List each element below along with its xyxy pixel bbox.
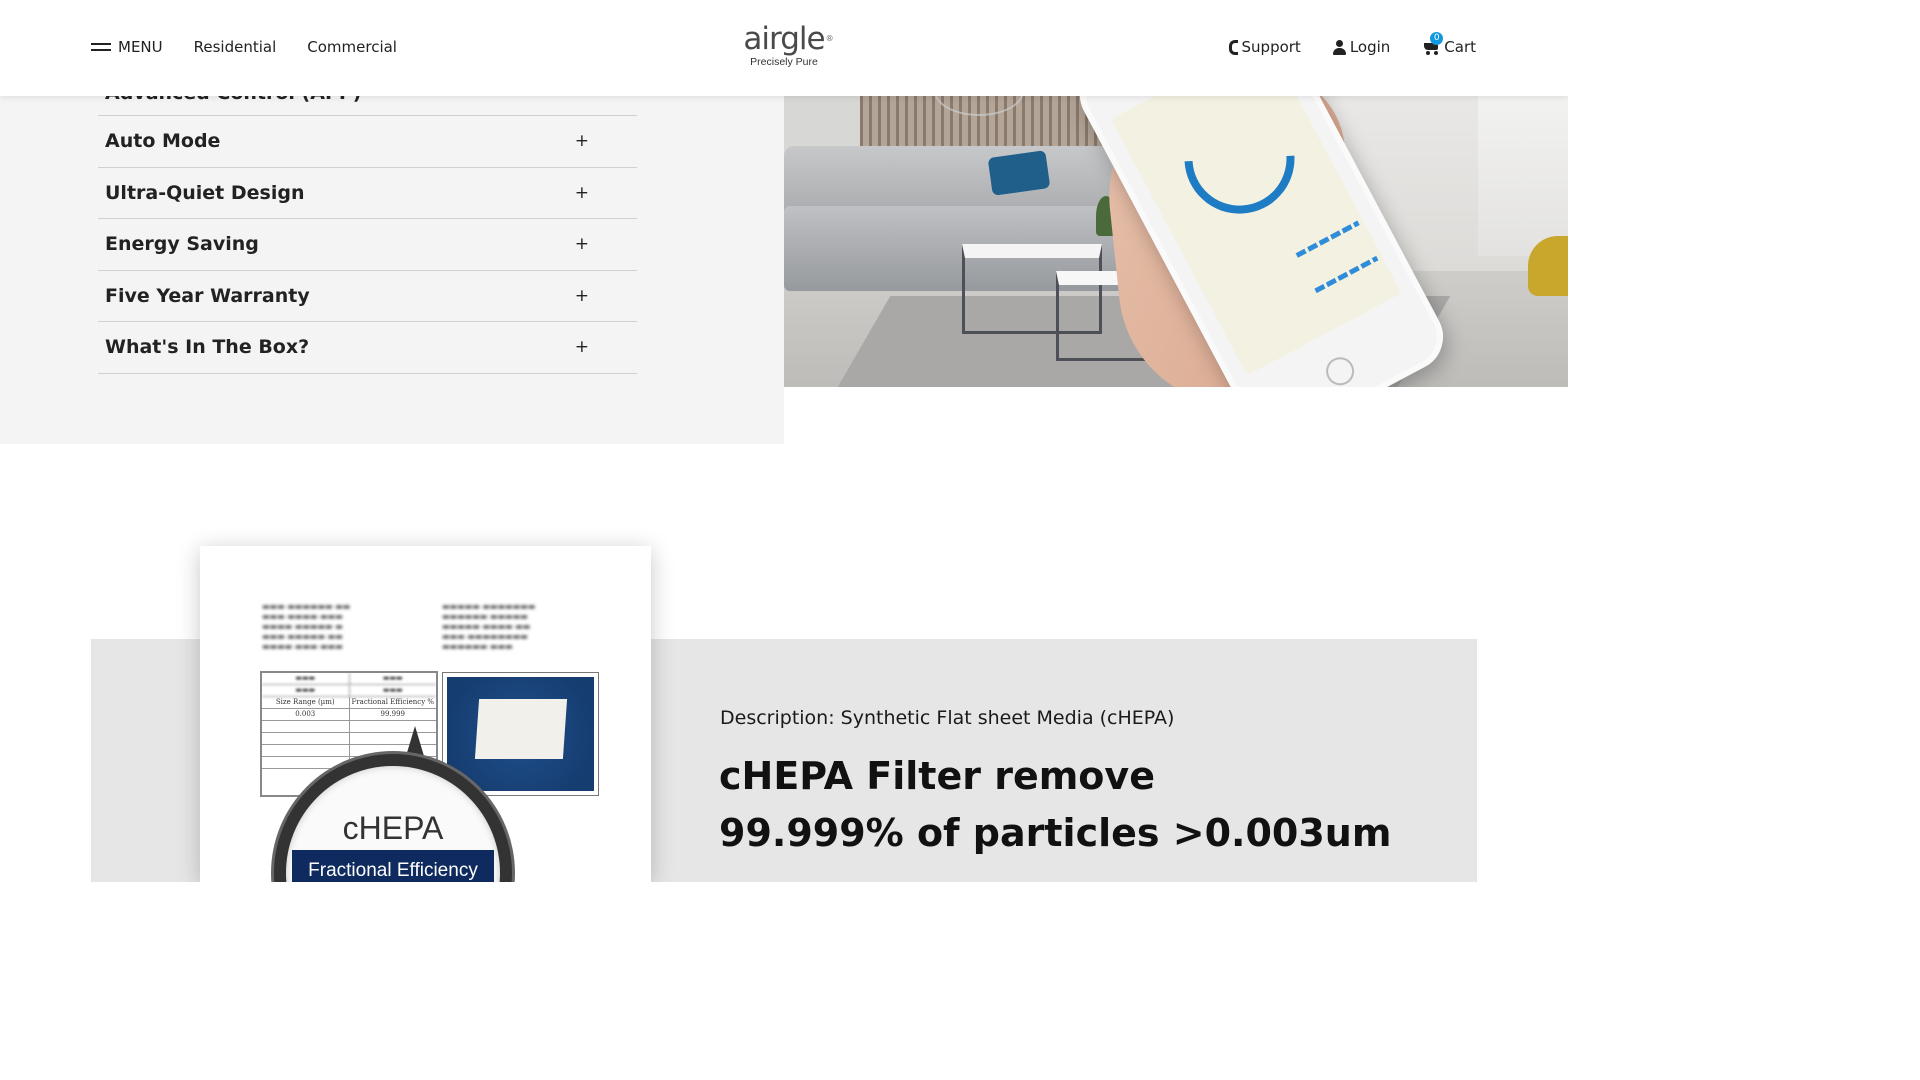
primary-nav: MENU Residential Commercial — [91, 38, 397, 56]
logo-registered-mark: ® — [825, 34, 834, 43]
table-header: Size Range (µm) — [262, 697, 350, 708]
table-cell: 0.003 — [262, 709, 350, 720]
report-meta-blurred: ▬▬▬ ▬▬▬▬▬▬ ▬▬ ▬▬▬ ▬▬▬▬ ▬▬▬ ▬▬▬▬ ▬▬▬▬▬ ▬ ▬▬▬… — [262, 602, 351, 651]
menu-button[interactable]: MENU — [91, 38, 163, 56]
nav-link-commercial[interactable]: Commercial — [307, 38, 397, 56]
cart-count-badge: 0 — [1430, 31, 1444, 45]
utility-nav: Support Login 0 Cart — [1228, 31, 1476, 56]
login-link[interactable]: Login — [1332, 38, 1391, 56]
nav-link-residential[interactable]: Residential — [194, 38, 277, 56]
accordion-item-energy-saving[interactable]: Energy Saving + — [98, 219, 637, 271]
cart-label: Cart — [1444, 38, 1476, 56]
expand-plus-icon[interactable]: + — [575, 337, 589, 357]
features-accordion: Auto Mode + Ultra-Quiet Design + Energy … — [98, 115, 637, 374]
menu-label: MENU — [118, 38, 163, 56]
app-control-photo — [784, 96, 1568, 387]
expand-plus-icon[interactable]: + — [575, 286, 589, 306]
report-meta-blurred: ▬▬▬▬▬ ▬▬▬▬▬▬▬ ▬▬▬▬▬▬ ▬▬▬▬▬ ▬▬▬▬▬ ▬▬▬▬ ▬▬ ▬▬… — [442, 602, 536, 651]
expand-plus-icon[interactable]: + — [575, 234, 589, 254]
logo-wordmark: airgle ® — [743, 20, 833, 58]
accordion-item-title: What's In The Box? — [105, 336, 310, 359]
accordion-item-title: Ultra-Quiet Design — [105, 181, 305, 204]
support-label: Support — [1241, 38, 1301, 56]
magnifier-title: cHEPA — [342, 810, 444, 846]
login-label: Login — [1349, 38, 1391, 56]
accordion-item-title: Auto Mode — [105, 130, 221, 153]
test-report-image: ▬▬▬ ▬▬▬▬▬▬ ▬▬ ▬▬▬ ▬▬▬▬ ▬▬▬ ▬▬▬▬ ▬▬▬▬▬ ▬ ▬▬▬… — [200, 546, 651, 882]
phone-icon — [1228, 39, 1238, 55]
accordion-item-title: Energy Saving — [105, 233, 259, 256]
user-icon — [1332, 39, 1346, 55]
features-accordion-panel: Advanced Control (APP) Auto Mode + Ultra… — [0, 96, 784, 444]
cart-icon: 0 — [1422, 31, 1444, 55]
hamburger-icon — [91, 42, 111, 52]
accordion-item-warranty[interactable]: Five Year Warranty + — [98, 271, 637, 322]
accordion-item-title: Five Year Warranty — [105, 284, 310, 307]
page: MENU Residential Commercial airgle ® Pre… — [0, 0, 1568, 882]
cart-link[interactable]: 0 Cart — [1422, 31, 1476, 56]
accordion-item-clipped-title[interactable]: Advanced Control (APP) — [105, 96, 361, 104]
logo-text: airgle — [743, 21, 825, 57]
headline-line: 99.999% of particles >0.003um — [719, 811, 1392, 855]
filter-sample-photo — [442, 672, 599, 796]
site-header: MENU Residential Commercial airgle ® Pre… — [0, 0, 1568, 96]
accordion-item-auto-mode[interactable]: Auto Mode + — [98, 116, 637, 168]
accordion-item-in-the-box[interactable]: What's In The Box? + — [98, 322, 637, 374]
table-header: Fractional Efficiency % — [351, 698, 435, 706]
magnifier-label: Fractional Efficiency — [292, 850, 494, 882]
expand-plus-icon[interactable]: + — [575, 131, 589, 151]
filter-description: Description: Synthetic Flat sheet Media … — [720, 707, 1175, 729]
headline-line: cHEPA Filter remove — [719, 754, 1155, 798]
accordion-item-ultra-quiet[interactable]: Ultra-Quiet Design + — [98, 168, 637, 219]
filter-headline: cHEPA Filter remove 99.999% of particles… — [719, 748, 1439, 862]
site-logo[interactable]: airgle ® Precisely Pure — [738, 20, 833, 68]
support-link[interactable]: Support — [1228, 38, 1301, 56]
expand-plus-icon[interactable]: + — [575, 183, 589, 203]
table-cell: 99.999 — [380, 710, 406, 718]
